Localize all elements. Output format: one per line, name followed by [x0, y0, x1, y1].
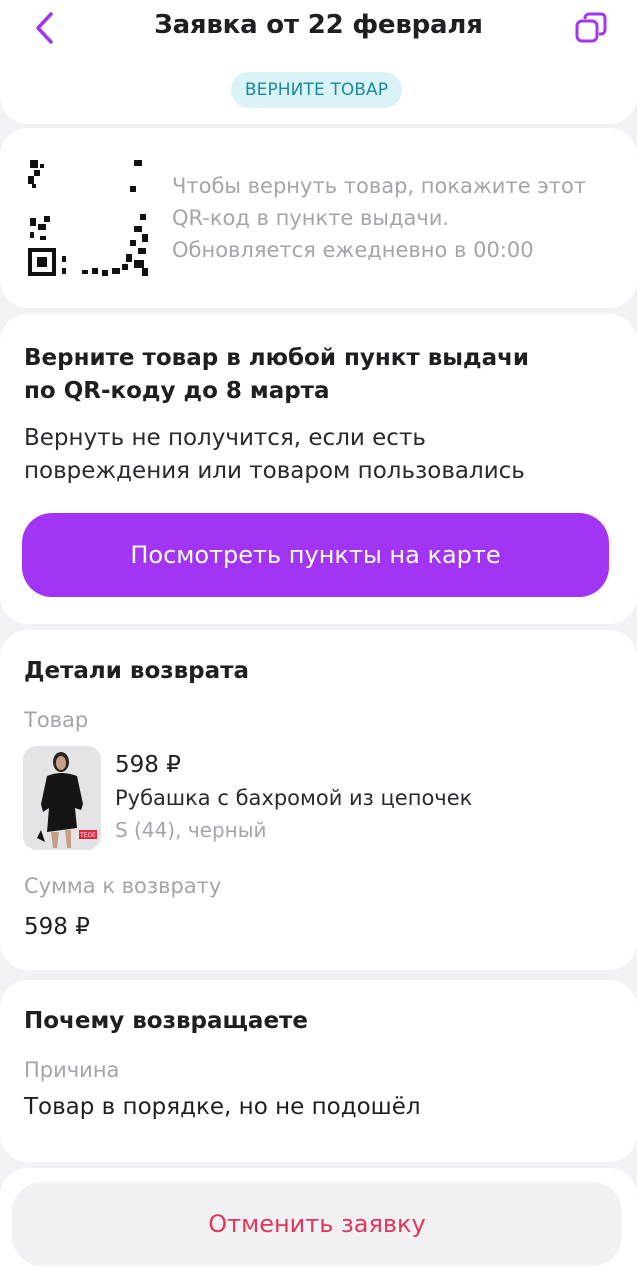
product-image[interactable]: TEOE: [23, 746, 101, 850]
status-badge: ВЕРНИТЕ ТОВАР: [231, 72, 402, 108]
copy-icon: [575, 12, 607, 43]
cancel-request-button[interactable]: Отменить заявку: [12, 1182, 622, 1266]
qr-instruction-line: QR-код в пункте выдачи.: [172, 206, 450, 230]
qr-code[interactable]: [26, 156, 150, 280]
product-image-tag: TEOE: [79, 832, 96, 839]
top-header: Заявка от 22 февраля ВЕРНИТЕ ТОВАР: [0, 0, 637, 124]
qr-card: Чтобы вернуть товар, покажите этот QR-ко…: [0, 128, 637, 308]
bottom-action-bar: Отменить заявку: [0, 1168, 637, 1280]
page-title: Заявка от 22 февраля: [154, 10, 483, 40]
return-details-card: Детали возврата Товар TEOE 598 ₽ Рубашка…: [0, 630, 637, 970]
product-price: 598 ₽: [115, 752, 181, 778]
view-pickup-points-button[interactable]: Посмотреть пункты на карте: [22, 513, 609, 597]
product-label: Товар: [24, 708, 89, 732]
return-info-card: Верните товар в любой пункт выдачи по QR…: [0, 314, 637, 624]
qr-instruction-line: Обновляется ежедневно в 00:00: [172, 238, 534, 262]
return-title-line: Верните товар в любой пункт выдачи: [24, 345, 530, 371]
copy-button[interactable]: [571, 8, 611, 48]
return-conditions: Вернуть не получится, если есть поврежде…: [24, 422, 604, 488]
details-title: Детали возврата: [24, 658, 250, 684]
return-reason-card: Почему возвращаете Причина Товар в поряд…: [0, 980, 637, 1162]
return-title-line: по QR-коду до 8 марта: [24, 378, 330, 404]
refund-label: Сумма к возврату: [24, 874, 222, 898]
qr-instructions: Чтобы вернуть товар, покажите этот QR-ко…: [172, 170, 612, 266]
product-name[interactable]: Рубашка с бахромой из цепочек: [115, 786, 472, 810]
return-desc-line: повреждения или товаром пользовались: [24, 458, 525, 484]
reason-value: Товар в порядке, но не подошёл: [24, 1094, 421, 1120]
return-deadline-title: Верните товар в любой пункт выдачи по QR…: [24, 342, 584, 408]
product-variant: S (44), черный: [115, 818, 267, 842]
reason-label: Причина: [24, 1058, 120, 1082]
refund-amount: 598 ₽: [24, 914, 90, 940]
reason-title: Почему возвращаете: [24, 1008, 308, 1034]
qr-instruction-line: Чтобы вернуть товар, покажите этот: [172, 174, 587, 198]
return-desc-line: Вернуть не получится, если есть: [24, 425, 426, 451]
